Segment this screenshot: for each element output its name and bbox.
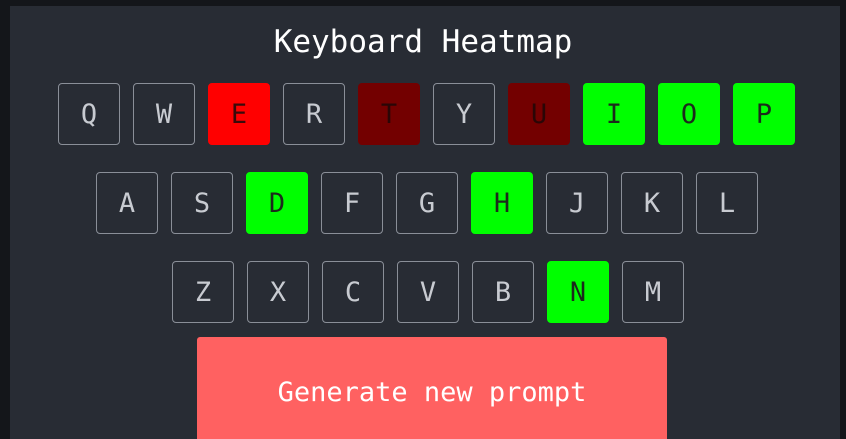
key-p[interactable]: P <box>733 83 795 145</box>
key-o[interactable]: O <box>658 83 720 145</box>
key-c[interactable]: C <box>322 261 384 323</box>
key-e[interactable]: E <box>208 83 270 145</box>
key-i[interactable]: I <box>583 83 645 145</box>
keyboard-row-2: ASDFGHJKL <box>96 172 758 234</box>
generate-prompt-button[interactable]: Generate new prompt <box>197 337 667 439</box>
keyboard-row-3: ZXCVBNM <box>172 261 684 323</box>
key-t[interactable]: T <box>358 83 420 145</box>
key-f[interactable]: F <box>321 172 383 234</box>
key-n[interactable]: N <box>547 261 609 323</box>
key-b[interactable]: B <box>472 261 534 323</box>
page-title: Keyboard Heatmap <box>273 24 573 60</box>
key-x[interactable]: X <box>247 261 309 323</box>
key-v[interactable]: V <box>397 261 459 323</box>
key-y[interactable]: Y <box>433 83 495 145</box>
key-u[interactable]: U <box>508 83 570 145</box>
key-r[interactable]: R <box>283 83 345 145</box>
key-l[interactable]: L <box>696 172 758 234</box>
app-container: Keyboard Heatmap QWERTYUIOP ASDFGHJKL ZX… <box>10 6 840 439</box>
key-h[interactable]: H <box>471 172 533 234</box>
key-z[interactable]: Z <box>172 261 234 323</box>
key-d[interactable]: D <box>246 172 308 234</box>
key-w[interactable]: W <box>133 83 195 145</box>
key-s[interactable]: S <box>171 172 233 234</box>
keyboard-row-1: QWERTYUIOP <box>58 83 795 145</box>
key-a[interactable]: A <box>96 172 158 234</box>
key-m[interactable]: M <box>622 261 684 323</box>
key-q[interactable]: Q <box>58 83 120 145</box>
key-j[interactable]: J <box>546 172 608 234</box>
key-g[interactable]: G <box>396 172 458 234</box>
key-k[interactable]: K <box>621 172 683 234</box>
